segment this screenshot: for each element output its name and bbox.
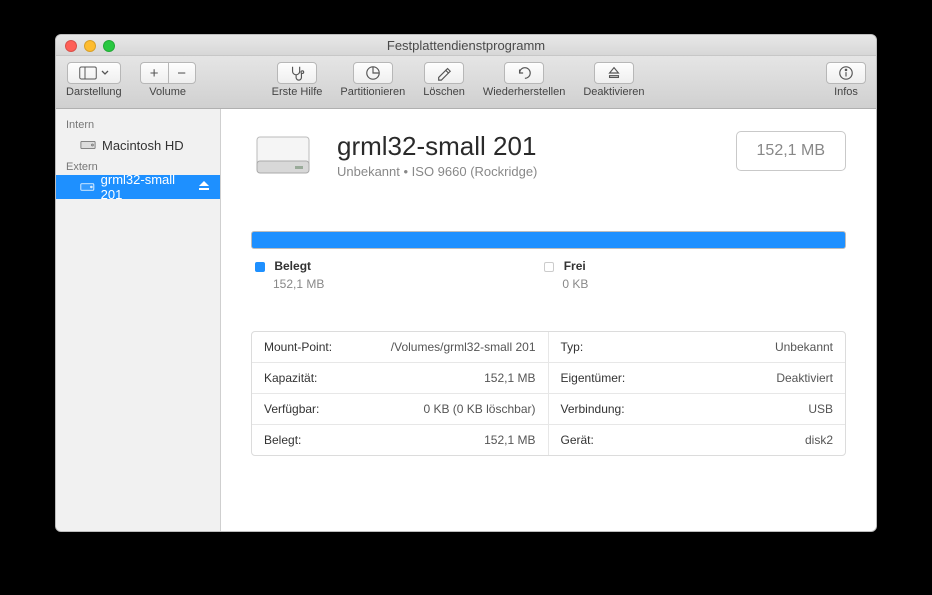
detail-used: Belegt:152,1 MB <box>252 425 549 455</box>
legend-used-swatch <box>255 262 265 272</box>
detail-owner: Eigentümer:Deaktiviert <box>549 363 846 394</box>
main-content: grml32-small 201 Unbekannt • ISO 9660 (R… <box>221 109 876 531</box>
legend-used-value: 152,1 MB <box>273 277 324 291</box>
firstaid-button[interactable] <box>277 62 317 84</box>
close-icon[interactable] <box>65 40 77 52</box>
plus-icon: + <box>150 65 159 82</box>
piechart-icon <box>364 65 382 81</box>
partition-label: Partitionieren <box>340 86 405 98</box>
restore-label: Wiederherstellen <box>483 86 566 98</box>
legend-free: Frei 0 KB <box>544 259 588 291</box>
detail-mountpoint: Mount-Point:/Volumes/grml32-small 201 <box>252 332 549 363</box>
volume-add-button[interactable]: + <box>140 62 168 84</box>
sidebar-item-macintosh-hd[interactable]: Macintosh HD <box>56 133 220 157</box>
info-button[interactable] <box>826 62 866 84</box>
minimize-icon[interactable] <box>84 40 96 52</box>
volume-image-icon <box>251 131 315 179</box>
details-table: Mount-Point:/Volumes/grml32-small 201 Ty… <box>251 331 846 456</box>
app-window: Festplattendienstprogramm Darstellung + … <box>55 34 877 532</box>
volume-remove-button[interactable]: − <box>168 62 196 84</box>
erase-label: Löschen <box>423 86 465 98</box>
toolbar: Darstellung + − Volume Erste Hilfe Parti… <box>56 56 876 109</box>
partition-button[interactable] <box>353 62 393 84</box>
window-title: Festplattendienstprogramm <box>56 38 876 53</box>
legend-free-value: 0 KB <box>562 277 588 291</box>
sidebar: Intern Macintosh HD Extern grml32-small … <box>56 109 221 531</box>
legend-free-swatch <box>544 262 554 272</box>
deactivate-button[interactable] <box>594 62 634 84</box>
sidebar-item-grml32[interactable]: grml32-small 201 <box>56 175 220 199</box>
zoom-icon[interactable] <box>103 40 115 52</box>
eject-button[interactable] <box>198 180 210 195</box>
volume-label: Volume <box>149 86 186 98</box>
sidebar-item-label: grml32-small 201 <box>101 172 192 202</box>
sidebar-icon <box>79 65 97 81</box>
erase-icon <box>435 65 453 81</box>
sidebar-item-label: Macintosh HD <box>102 138 184 153</box>
harddisk-icon <box>80 138 96 152</box>
legend-used: Belegt 152,1 MB <box>255 259 324 291</box>
info-icon <box>837 65 855 81</box>
erase-button[interactable] <box>424 62 464 84</box>
detail-capacity: Kapazität:152,1 MB <box>252 363 549 394</box>
legend-used-label: Belegt <box>274 259 311 273</box>
size-button[interactable]: 152,1 MB <box>736 131 846 171</box>
detail-device: Gerät:disk2 <box>549 425 846 455</box>
unmount-icon <box>605 65 623 81</box>
view-button[interactable] <box>67 62 121 84</box>
titlebar[interactable]: Festplattendienstprogramm <box>56 35 876 56</box>
volume-title: grml32-small 201 <box>337 131 537 162</box>
external-disk-icon <box>80 180 95 194</box>
stethoscope-icon <box>288 65 306 81</box>
deactivate-label: Deaktivieren <box>583 86 644 98</box>
sidebar-header-internal: Intern <box>56 115 220 133</box>
restore-icon <box>515 65 533 81</box>
legend-free-label: Frei <box>564 259 586 273</box>
volume-subtitle: Unbekannt • ISO 9660 (Rockridge) <box>337 164 537 179</box>
restore-button[interactable] <box>504 62 544 84</box>
view-label: Darstellung <box>66 86 122 98</box>
detail-connection: Verbindung:USB <box>549 394 846 425</box>
firstaid-label: Erste Hilfe <box>272 86 323 98</box>
detail-available: Verfügbar:0 KB (0 KB löschbar) <box>252 394 549 425</box>
usage-bar <box>251 231 846 249</box>
eject-icon <box>198 180 210 192</box>
info-label: Infos <box>834 86 858 98</box>
detail-type: Typ:Unbekannt <box>549 332 846 363</box>
chevron-down-icon <box>101 70 109 76</box>
minus-icon: − <box>177 65 186 82</box>
